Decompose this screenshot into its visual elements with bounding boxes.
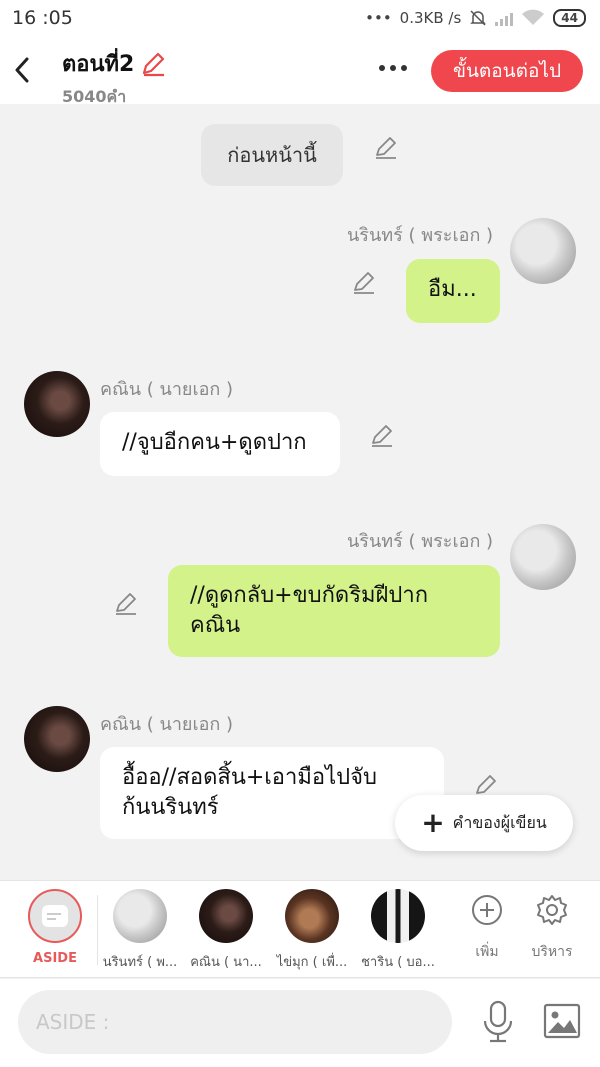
author-word-label: คำของผู้เขียน — [452, 812, 547, 832]
edit-icon[interactable] — [350, 269, 378, 297]
speaker-name: นรินทร์ ( พระเอก ) — [347, 531, 494, 552]
message-bubble[interactable]: อืม... — [406, 259, 500, 323]
avatar[interactable] — [510, 524, 576, 590]
page-title[interactable]: ตอนที่2 — [62, 46, 166, 81]
header: ตอนที่2 5040คำ ขั้นตอนต่อไป — [0, 36, 600, 106]
message-bubble[interactable]: อื้ออ//สอดสิ้น+เอามือไปจับ ก้นนรินทร์ — [100, 747, 444, 839]
chapter-title: ตอนที่2 — [62, 52, 135, 77]
speaker-name: คณิน ( นายเอก ) — [100, 714, 234, 735]
chevron-left-icon — [15, 57, 29, 83]
title-block: ตอนที่2 5040คำ — [62, 46, 166, 110]
character-label: ไข่มุก ( เพื่... — [276, 955, 348, 970]
character-bar: ASIDE นรินทร์ ( พ... คณิน ( นา... ไข่มุก… — [0, 880, 600, 978]
dots-icon: ••• — [365, 9, 392, 27]
avatar — [285, 889, 339, 943]
divider — [97, 895, 98, 965]
next-step-button[interactable]: ขั้นตอนต่อไป — [431, 50, 583, 92]
character-item[interactable]: นรินทร์ ( พ... — [100, 889, 180, 972]
add-label: เพิ่ม — [475, 944, 499, 960]
avatar[interactable] — [510, 218, 576, 284]
edit-icon[interactable] — [372, 134, 400, 162]
previous-button[interactable]: ก่อนหน้านี้ — [201, 124, 343, 186]
author-word-button[interactable]: + คำของผู้เขียน — [395, 795, 573, 851]
plus-icon: + — [421, 806, 445, 839]
character-label: ชาริน ( บอ... — [361, 955, 435, 970]
message-bubble[interactable]: //จูบอีกคน+ดูดปาก — [100, 412, 340, 476]
status-time: 16 :05 — [12, 7, 73, 29]
input-area — [0, 979, 600, 1067]
more-options-button[interactable] — [376, 56, 410, 80]
manage-label: บริหาร — [531, 944, 573, 960]
avatar[interactable] — [24, 706, 90, 772]
add-character-button[interactable]: เพิ่ม — [457, 893, 517, 963]
speaker-name: คณิน ( นายเอก ) — [100, 379, 234, 400]
avatar — [199, 889, 253, 943]
avatar — [371, 889, 425, 943]
status-bar: 16 :05 ••• 0.3KB /s 44 — [0, 0, 600, 36]
edit-title-icon[interactable] — [140, 51, 166, 77]
image-icon[interactable] — [543, 1003, 581, 1039]
speaker-name: นรินทร์ ( พระเอก ) — [347, 225, 494, 246]
message-bubble[interactable]: //ดูดกลับ+ขบกัดริมฝีปาก คณิน — [168, 565, 500, 657]
battery-icon: 44 — [553, 9, 586, 27]
chat-area: ก่อนหน้านี้ นรินทร์ ( พระเอก ) อืม... คณ… — [0, 104, 600, 880]
bell-muted-icon — [470, 10, 487, 26]
edit-icon[interactable] — [368, 422, 396, 450]
signal-icon — [495, 10, 514, 26]
plus-circle-icon — [472, 895, 502, 925]
aside-icon — [28, 889, 82, 943]
aside-character[interactable]: ASIDE — [15, 889, 95, 966]
status-icons: ••• 0.3KB /s 44 — [365, 9, 586, 27]
message-input[interactable] — [18, 990, 452, 1054]
character-label: คณิน ( นา... — [190, 955, 262, 970]
wifi-icon — [522, 9, 545, 25]
character-label: นรินทร์ ( พ... — [102, 955, 178, 970]
aside-label: ASIDE — [33, 951, 77, 966]
microphone-icon[interactable] — [480, 999, 516, 1045]
character-item[interactable]: คณิน ( นา... — [186, 889, 266, 972]
avatar — [113, 889, 167, 943]
edit-icon[interactable] — [112, 590, 140, 618]
gear-icon — [537, 895, 567, 925]
manage-button[interactable]: บริหาร — [522, 893, 582, 963]
network-speed: 0.3KB /s — [399, 9, 462, 27]
character-item[interactable]: ไข่มุก ( เพื่... — [272, 889, 352, 972]
back-button[interactable] — [14, 52, 38, 88]
avatar[interactable] — [24, 371, 90, 437]
character-item[interactable]: ชาริน ( บอ... — [358, 889, 438, 972]
